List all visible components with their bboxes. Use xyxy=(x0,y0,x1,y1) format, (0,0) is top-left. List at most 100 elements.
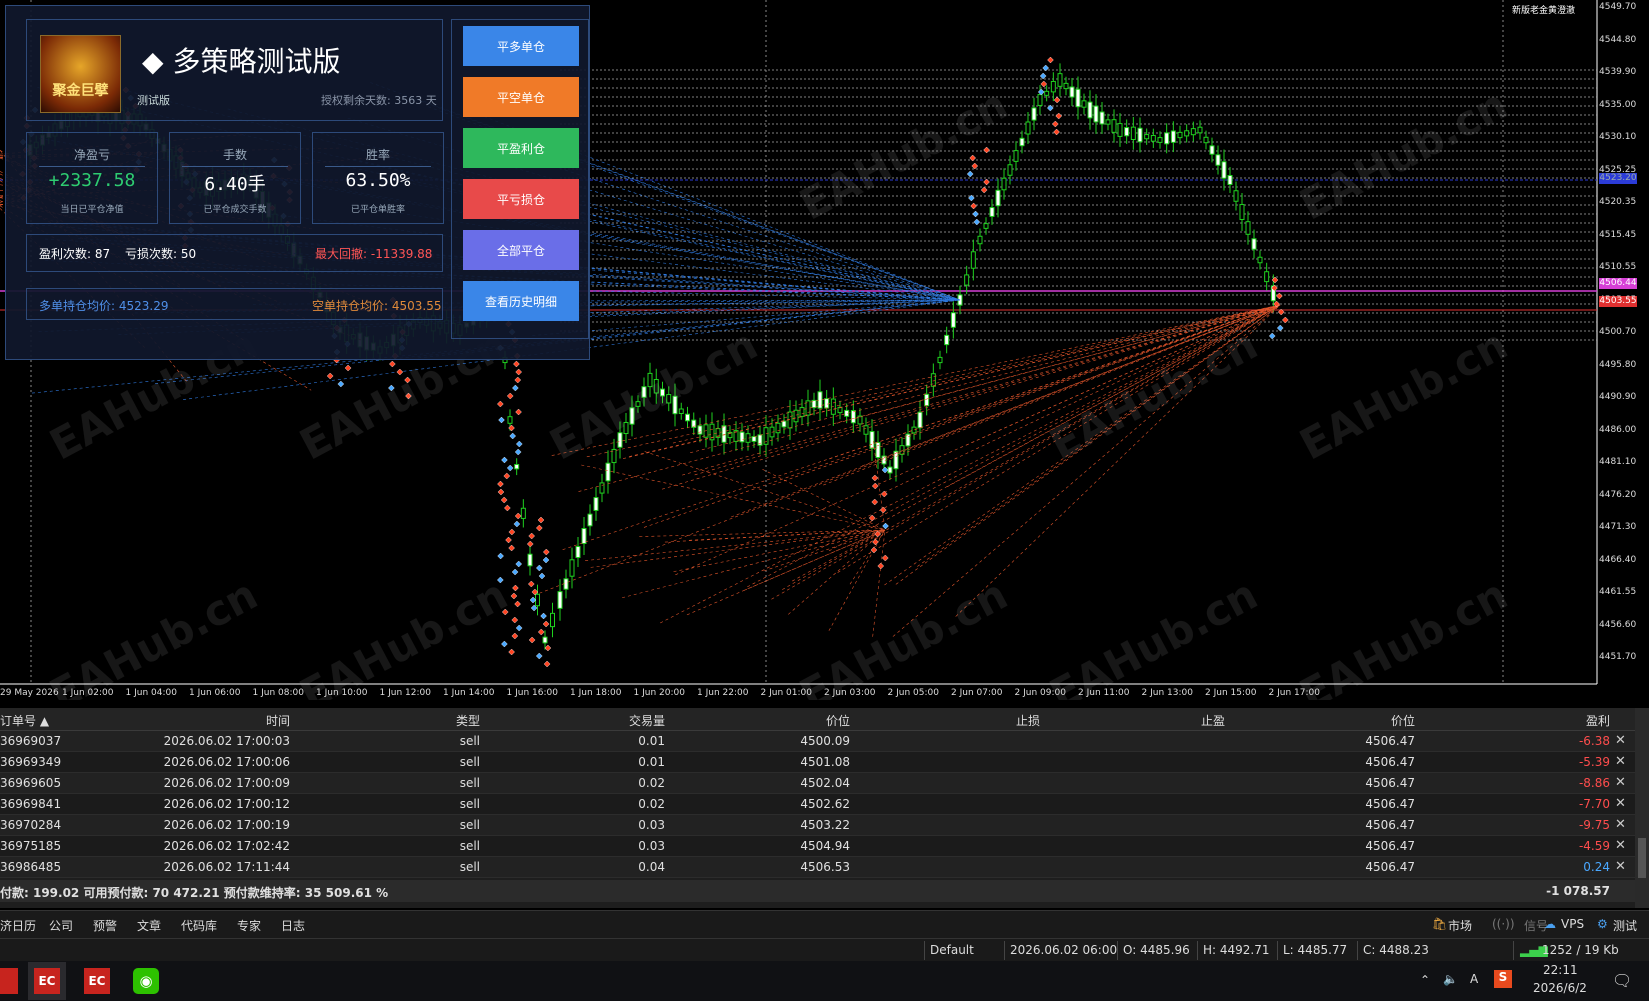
candle-body xyxy=(1184,130,1190,137)
close-profit-button[interactable]: 平盈利仓 xyxy=(463,128,579,168)
sell-marker xyxy=(870,546,878,554)
close-long-button[interactable]: 平多单仓 xyxy=(463,26,579,66)
buy-marker xyxy=(1276,324,1284,332)
order-type: sell xyxy=(459,818,480,832)
price-tick: 4486.00 xyxy=(1599,424,1637,435)
sell-marker xyxy=(1047,56,1054,64)
order-current-price: 4506.47 xyxy=(1365,776,1415,790)
table-row[interactable]: 36986485 2026.06.02 17:11:44 sell 0.04 4506.… xyxy=(0,857,1635,878)
ime-indicator[interactable]: A xyxy=(1470,972,1478,986)
wechat-icon[interactable]: ◉ xyxy=(133,968,159,994)
candle-body xyxy=(799,407,805,417)
tab-company[interactable]: 公司 xyxy=(49,917,73,934)
trade-line-short xyxy=(872,529,886,637)
close-short-button[interactable]: 平空单仓 xyxy=(463,77,579,117)
ec-app-icon-2[interactable]: EC xyxy=(84,968,110,994)
price-chart[interactable]: EAHub.cn EAHub.cn EAHub.cn EAHub.cn EAHu… xyxy=(0,0,1649,700)
col-type[interactable]: 类型 xyxy=(300,712,480,729)
sogou-icon[interactable]: S xyxy=(1494,970,1512,988)
candle-body xyxy=(824,398,830,409)
buy-marker xyxy=(509,432,516,440)
volume-icon[interactable]: 🔈 xyxy=(1443,972,1458,986)
stat-label: 胜率 xyxy=(365,148,390,162)
col-profit[interactable]: 盈利 xyxy=(1420,712,1610,729)
col-current-price[interactable]: 价位 xyxy=(1235,712,1415,729)
sell-marker xyxy=(1053,96,1061,104)
price-tick: 4481.10 xyxy=(1599,457,1637,467)
table-row[interactable]: 36969037 2026.06.02 17:00:03 sell 0.01 4500.… xyxy=(0,731,1635,752)
close-loss-button[interactable]: 平亏损仓 xyxy=(463,179,579,219)
tab-vps[interactable]: VPS xyxy=(1561,917,1584,931)
sell-marker xyxy=(542,548,550,556)
ec-app-icon[interactable]: EC xyxy=(28,962,66,1000)
close-order-icon[interactable]: ✕ xyxy=(1615,733,1626,748)
buy-marker xyxy=(512,384,519,392)
close-order-icon[interactable]: ✕ xyxy=(1615,838,1626,853)
mt-app-icon[interactable] xyxy=(0,968,18,994)
trade-line-short xyxy=(673,529,886,572)
candle-body xyxy=(1164,132,1170,145)
col-price[interactable]: 价位 xyxy=(670,712,850,729)
stat-sub: 已平仓成交手数 xyxy=(203,205,267,215)
tab-calendar[interactable]: 济日历 xyxy=(0,917,36,934)
notification-icon[interactable]: 🗨 xyxy=(1612,971,1632,990)
table-row[interactable]: 36970284 2026.06.02 17:00:19 sell 0.03 4503.… xyxy=(0,815,1635,836)
candle-body xyxy=(850,410,856,424)
order-time: 2026.06.02 17:00:12 xyxy=(163,797,290,811)
clock-date[interactable]: 2026/6/2 xyxy=(1533,981,1587,995)
candle-body xyxy=(964,274,970,286)
table-row[interactable]: 36975185 2026.06.02 17:02:42 sell 0.03 4504.… xyxy=(0,836,1635,857)
sell-marker xyxy=(1052,120,1059,128)
sell-marker xyxy=(983,178,990,186)
view-history-button[interactable]: 查看历史明细 xyxy=(463,281,579,321)
tab-journal[interactable]: 日志 xyxy=(281,917,305,934)
tab-articles[interactable]: 文章 xyxy=(137,917,161,934)
col-time[interactable]: 时间 xyxy=(150,712,290,729)
tab-experts[interactable]: 专家 xyxy=(237,917,261,934)
close-order-icon[interactable]: ✕ xyxy=(1615,817,1626,832)
buy-marker xyxy=(1268,332,1276,340)
candle-body xyxy=(672,395,678,415)
candle-body xyxy=(1007,164,1013,176)
close-all-button[interactable]: 全部平仓 xyxy=(463,230,579,270)
buy-marker xyxy=(506,464,514,472)
order-price: 4502.62 xyxy=(800,797,850,811)
close-order-icon[interactable]: ✕ xyxy=(1615,796,1626,811)
tab-tester[interactable]: 测试 xyxy=(1613,917,1637,934)
license-days: 授权剩余天数: 3563 天 xyxy=(321,94,437,107)
chevron-up-icon[interactable]: ⌃ xyxy=(1420,973,1430,987)
candle-body xyxy=(944,334,950,346)
table-row[interactable]: 36969605 2026.06.02 17:00:09 sell 0.02 4502.… xyxy=(0,773,1635,794)
ea-panel: 聚金巨擘 ◆ 多策略测试版 测试版 授权剩余天数: 3563 天 净盈亏 +23… xyxy=(5,5,590,360)
trade-table[interactable]: 订单号 ▲ 时间 类型 交易量 价位 止损 止盈 价位 盈利 36969037 2… xyxy=(0,708,1649,908)
trade-line-long xyxy=(532,299,961,336)
col-tp[interactable]: 止盈 xyxy=(1045,712,1225,729)
trade-line-short xyxy=(788,529,886,615)
scrollbar-thumb[interactable] xyxy=(1638,838,1646,878)
close-order-icon[interactable]: ✕ xyxy=(1615,775,1626,790)
table-row[interactable]: 36969349 2026.06.02 17:00:06 sell 0.01 4501.… xyxy=(0,752,1635,773)
time-tick: 29 May 2026 xyxy=(0,688,59,698)
order-current-price: 4506.47 xyxy=(1365,839,1415,853)
time-tick: 1 Jun 16:00 xyxy=(506,688,558,698)
tab-market[interactable]: 市场 xyxy=(1448,917,1472,934)
table-scrollbar[interactable] xyxy=(1635,708,1649,908)
clock-time[interactable]: 22:11 xyxy=(1543,963,1578,977)
sell-marker xyxy=(526,540,534,548)
price-tick: 4549.70 xyxy=(1599,2,1637,12)
trade-line-short xyxy=(562,304,1281,550)
tab-codebase[interactable]: 代码库 xyxy=(181,917,217,934)
candle-body xyxy=(527,553,533,567)
close-order-icon[interactable]: ✕ xyxy=(1615,859,1626,874)
table-row[interactable]: 36969841 2026.06.02 17:00:12 sell 0.02 4502.… xyxy=(0,794,1635,815)
sell-marker xyxy=(508,648,515,656)
col-volume[interactable]: 交易量 xyxy=(490,712,665,729)
trade-line-short xyxy=(892,304,1281,637)
price-tick: 4471.30 xyxy=(1599,522,1637,532)
tab-alerts[interactable]: 预警 xyxy=(93,917,117,934)
col-order[interactable]: 订单号 ▲ xyxy=(0,712,49,729)
close-order-icon[interactable]: ✕ xyxy=(1615,754,1626,769)
col-sl[interactable]: 止损 xyxy=(860,712,1040,729)
candle-body xyxy=(697,425,703,435)
candle-body xyxy=(666,394,672,404)
